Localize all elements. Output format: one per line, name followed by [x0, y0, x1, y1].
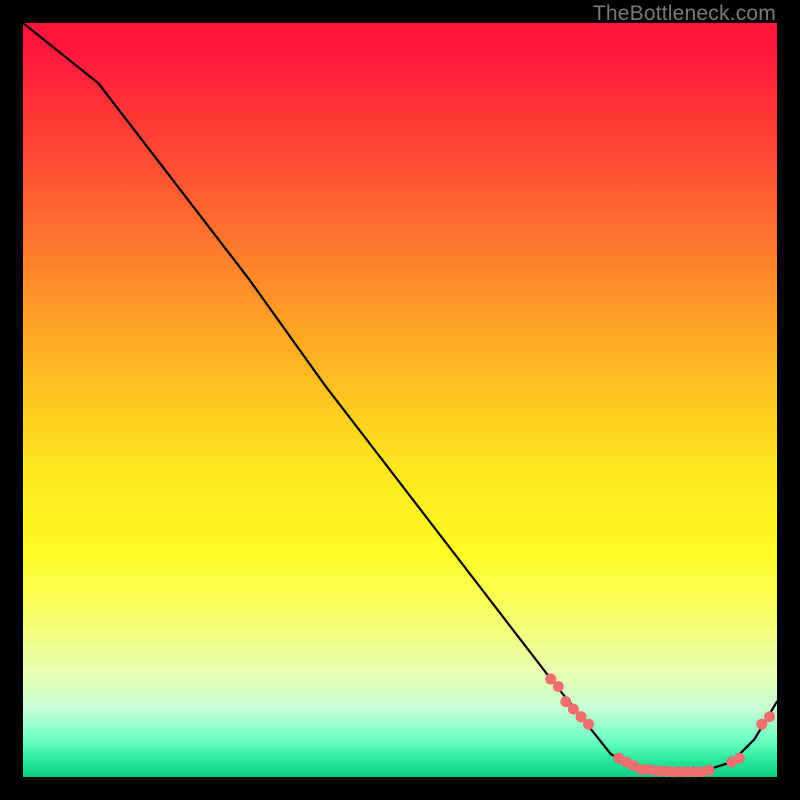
highlight-dot: [764, 711, 775, 722]
curve-layer: [23, 23, 777, 772]
bottleneck-curve: [23, 23, 777, 772]
plot-area: [23, 23, 777, 777]
highlight-dot: [553, 681, 564, 692]
chart-stage: TheBottleneck.com: [0, 0, 800, 800]
highlight-dots: [545, 674, 775, 778]
highlight-dot: [734, 753, 745, 764]
chart-svg: [23, 23, 777, 777]
highlight-dot: [704, 765, 715, 776]
highlight-dot: [583, 719, 594, 730]
